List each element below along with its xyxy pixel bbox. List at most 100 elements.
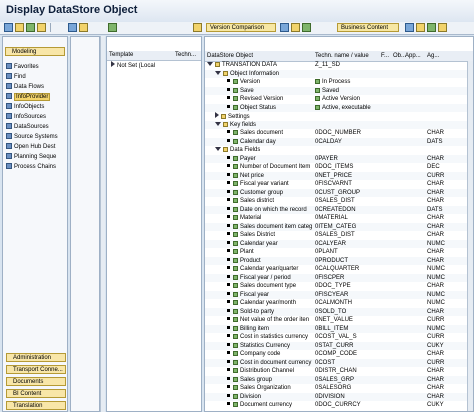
data-field-row[interactable]: Material 0MATERIAL CHAR (205, 214, 473, 222)
info-row[interactable]: Save Saved (205, 86, 473, 95)
tree-node-data-fields[interactable]: Data Fields (205, 146, 473, 154)
tree-node-label: Object Information (230, 70, 280, 77)
field-type: CURR (427, 317, 445, 323)
data-field-row[interactable]: Number of Document Item 0DOC_ITEMS DEC (205, 163, 473, 171)
workspace-administrationbutton[interactable]: Administration (6, 353, 66, 362)
data-field-row[interactable]: Cost in statistics currency 0COST_VAL_S CU… (205, 333, 473, 341)
nav-item-find[interactable]: Find (6, 73, 26, 82)
field-label: Cost in document currency (240, 359, 312, 366)
key-field-row[interactable]: Sales document 0DOC_NUMBER CHAR (205, 129, 473, 137)
status-icon (315, 104, 320, 110)
col-header-techn[interactable]: Techn. name / value (315, 53, 369, 59)
data-field-row[interactable]: Fiscal year 0FISCYEAR NUMC (205, 290, 473, 299)
info-row[interactable]: Revised Version Active Version (205, 95, 473, 103)
data-field-row[interactable]: Customer group 0CUST_GROUP CHAR (205, 188, 473, 197)
nav-item-source-systems[interactable]: Source Systems (6, 133, 58, 142)
version-comparison-button[interactable]: Version Comparison (206, 23, 276, 32)
field-label: Document currency (240, 402, 293, 408)
data-field-row[interactable]: Distribution Channel 0DISTR_CHAN CHAR (205, 367, 473, 375)
nav-item-planning-seque[interactable]: Planning Seque (6, 153, 56, 162)
data-field-row[interactable]: Calendar year/quarter 0CALQUARTER NUMC (205, 265, 473, 273)
transport-icon[interactable] (302, 23, 311, 32)
data-field-row[interactable]: Sales District 0SALES_DIST CHAR (205, 231, 473, 239)
data-field-icon (233, 385, 238, 390)
tree-icon[interactable] (68, 23, 77, 32)
field-label: Sales district (240, 198, 275, 204)
data-field-row[interactable]: Date on which the record 0CREATEDON DATS (205, 205, 473, 214)
field-type: CHAR (427, 283, 445, 289)
data-field-row[interactable]: Calendar year/month 0CALMONTH NUMC (205, 299, 473, 307)
data-field-row[interactable]: Billing item 0BILL_ITEM NUMC (205, 324, 473, 333)
workspace-bi-contentbutton[interactable]: BI Content (6, 389, 66, 398)
help-icon[interactable] (405, 23, 414, 32)
edit-icon[interactable] (15, 23, 24, 32)
data-field-row[interactable]: Sales document item categ 0ITEM_CATEG CHAR (205, 222, 473, 231)
data-field-row[interactable]: Cost in document currency 0COST CURR (205, 358, 473, 367)
export-icon[interactable] (438, 23, 447, 32)
folder-icon[interactable] (79, 23, 88, 32)
check-icon[interactable] (37, 23, 46, 32)
settings-icon[interactable] (108, 23, 117, 32)
field-tech-name: 0CALYEAR (315, 240, 346, 247)
nav-item-data-flows[interactable]: Data Flows (6, 83, 44, 92)
back-icon[interactable] (4, 23, 13, 32)
layout-icon[interactable] (416, 23, 425, 32)
workspace-translationbutton[interactable]: Translation (6, 401, 66, 410)
data-field-row[interactable]: Fiscal year / period 0FISCPER NUMC (205, 273, 473, 282)
techn-col-header[interactable]: Techn... (175, 52, 196, 58)
info-row[interactable]: Object Status Active, executable (205, 103, 473, 112)
data-field-row[interactable]: Division 0DIVISION CHAR (205, 392, 473, 401)
nav-item-favorites[interactable]: Favorites (6, 63, 39, 72)
business-content-button[interactable]: Business Content (337, 23, 399, 32)
data-field-row[interactable]: Net value of the order iten 0NET_VALUE CUR… (205, 316, 473, 324)
tree-node-settings[interactable]: Settings (205, 112, 473, 120)
property-label: Object Status (240, 104, 277, 111)
nav-item-infosources[interactable]: InfoSources (6, 113, 46, 122)
info-icon[interactable] (280, 23, 289, 32)
data-field-row[interactable]: Sales Organization 0SALESORG CHAR (205, 384, 473, 392)
nav-item-infoobjects[interactable]: InfoObjects (6, 103, 44, 112)
vertical-scrollbar[interactable] (100, 36, 105, 412)
field-tech-name: 0SALESORG (315, 385, 352, 391)
data-field-row[interactable]: Product 0PRODUCT CHAR (205, 256, 473, 265)
workspace-transport-conne-button[interactable]: Transport Conne... (6, 365, 66, 374)
window-title: Display DataStore Object (6, 4, 138, 16)
data-field-row[interactable]: Payer 0PAYER CHAR (205, 154, 473, 163)
tree-node-root[interactable]: TRANSATION DATA Z_11_SD (205, 61, 473, 69)
nav-item-infoprovider[interactable]: InfoProvider (6, 93, 51, 102)
data-field-row[interactable]: Calendar year 0CALYEAR NUMC (205, 239, 473, 248)
col-header-object[interactable]: DataStore Object (207, 53, 253, 59)
data-field-row[interactable]: Sales district 0SALES_DIST CHAR (205, 197, 473, 205)
key-field-row[interactable]: Calendar day 0CALDAY DATS (205, 137, 473, 146)
template-col-header[interactable]: Template (109, 52, 133, 58)
doc-icon[interactable] (291, 23, 300, 32)
print-icon[interactable] (427, 23, 436, 32)
tree-node-key-fields[interactable]: Key fields (205, 120, 473, 129)
data-field-row[interactable]: Company code 0COMP_CODE CHAR (205, 350, 473, 358)
info-row[interactable]: Version In Process (205, 78, 473, 86)
template-row[interactable]: Not Set (Local (107, 61, 201, 69)
field-tech-name: 0CUST_GROUP (315, 189, 361, 196)
col-header-ag[interactable]: Ag... (427, 53, 439, 59)
nav-item-datasources[interactable]: DataSources (6, 123, 49, 132)
display-icon[interactable] (193, 23, 202, 32)
activate-icon[interactable] (26, 23, 35, 32)
data-field-row[interactable]: Sold-to party 0SOLD_TO CHAR (205, 307, 473, 316)
data-field-row[interactable]: Sales document type 0DOC_TYPE CHAR (205, 282, 473, 290)
data-field-row[interactable]: Statistics Currency 0STAT_CURR CUKY (205, 341, 473, 350)
field-tech-name: 0DOC_NUMBER (315, 130, 362, 136)
workspace-documentsbutton[interactable]: Documents (6, 377, 66, 386)
col-header-f[interactable]: F... (381, 53, 389, 59)
col-header-app[interactable]: App... (405, 53, 421, 59)
nav-item-open-hub-dest[interactable]: Open Hub Dest (6, 143, 55, 152)
data-field-row[interactable]: Fiscal year variant 0FISCVARNT CHAR (205, 180, 473, 188)
nav-item-process-chains[interactable]: Process Chains (6, 163, 56, 172)
modeling-button[interactable]: Modeling (5, 47, 65, 56)
data-field-row[interactable]: Net price 0NET_PRICE CURR (205, 171, 473, 180)
grid-scrollbar[interactable] (467, 61, 473, 411)
field-type: CHAR (427, 155, 445, 162)
data-field-row[interactable]: Sales group 0SALES_GRP CHAR (205, 375, 473, 384)
data-field-row[interactable]: Document currency 0DOC_CURRCY CUKY (205, 401, 473, 409)
tree-node-object-info[interactable]: Object Information (205, 69, 473, 78)
data-field-row[interactable]: Plant 0PLANT CHAR (205, 248, 473, 256)
